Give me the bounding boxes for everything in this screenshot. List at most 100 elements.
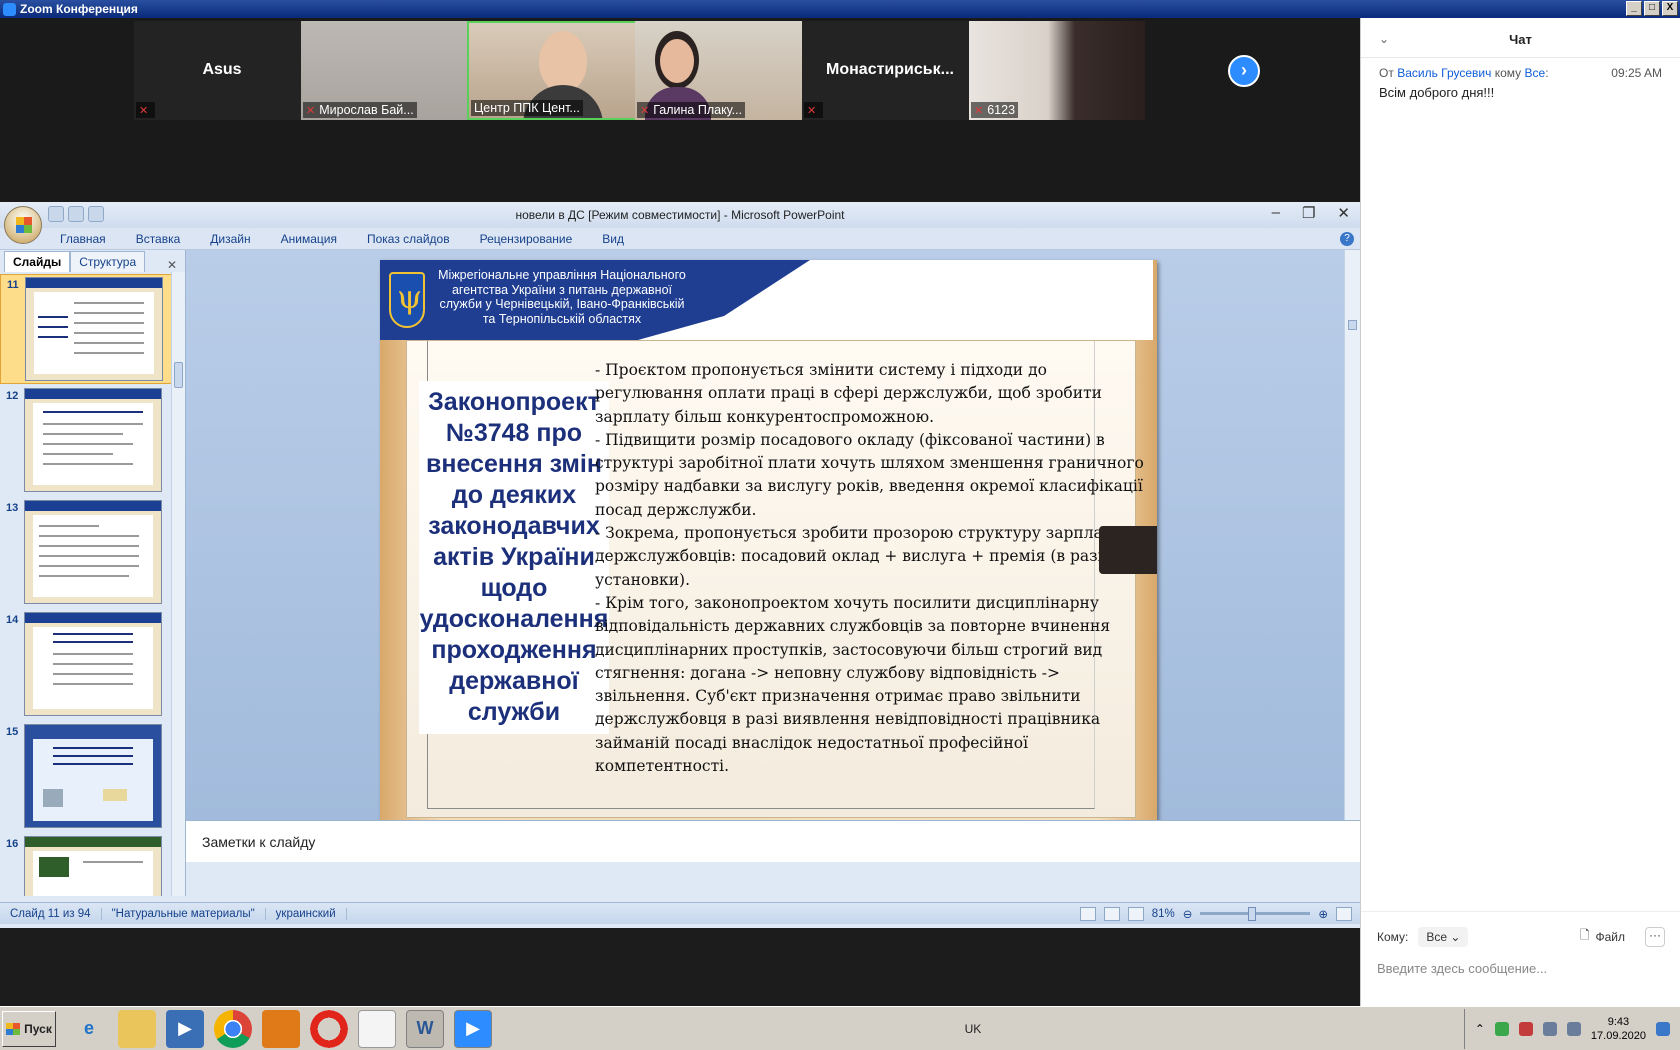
- slideshow-icon[interactable]: [1127, 906, 1144, 921]
- office-button[interactable]: [4, 206, 42, 244]
- slide-decoration: [1099, 526, 1157, 574]
- participant-label: ✕ Мирослав Бай...: [303, 102, 417, 118]
- restore-icon[interactable]: ❐: [1302, 204, 1315, 222]
- zoom-level[interactable]: 81%: [1152, 908, 1175, 920]
- participant-name: Монастириськ...: [826, 61, 954, 78]
- zoom-slider[interactable]: [1200, 907, 1311, 921]
- slide-text: - Проєктом пропонується змінити систему …: [595, 359, 1155, 778]
- network-icon[interactable]: [1542, 1021, 1557, 1036]
- maximize-button[interactable]: □: [1644, 1, 1660, 16]
- participant-label: ✕ Галина Плаку...: [637, 102, 746, 118]
- zoom-out-icon[interactable]: ⊖: [1183, 907, 1193, 921]
- chat-title: Чат: [1509, 32, 1532, 47]
- slide-scrollbar[interactable]: [1344, 250, 1360, 820]
- document-title: новели в ДС [Режим совместимости] - Micr…: [515, 208, 845, 222]
- message-text: Всім доброго дня!!!: [1379, 85, 1495, 100]
- tab-insert[interactable]: Вставка: [136, 232, 181, 246]
- tab-design[interactable]: Дизайн: [210, 232, 250, 246]
- notes-pane[interactable]: Заметки к слайду: [186, 820, 1360, 862]
- close-pane-icon[interactable]: ✕: [167, 258, 177, 272]
- tray-expand-icon[interactable]: ⌃: [1475, 1022, 1485, 1036]
- tab-home[interactable]: Главная: [60, 232, 106, 246]
- participant-video: [539, 31, 587, 93]
- slide-thumbnail[interactable]: 16: [0, 834, 172, 896]
- participant-tile[interactable]: Монастириськ... ✕: [802, 21, 978, 120]
- participant-tile[interactable]: ✕ Мирослав Бай...: [301, 21, 477, 120]
- slide-thumbnail[interactable]: 14: [0, 610, 172, 720]
- start-button[interactable]: Пуск: [2, 1010, 56, 1047]
- powerpoint-window: новели в ДС [Режим совместимости] - Micr…: [0, 202, 1360, 928]
- help-icon[interactable]: ?: [1340, 232, 1354, 246]
- participant-tile-active[interactable]: Центр ППК Цент...: [467, 21, 643, 120]
- tab-slides[interactable]: Слайды: [4, 251, 71, 272]
- zoom-titlebar: Zoom Конференция _ □ X: [0, 0, 1680, 18]
- close-icon[interactable]: ✕: [1337, 204, 1350, 222]
- zoom-app-icon[interactable]: ▶: [454, 1009, 492, 1048]
- chat-panel: ⌄ Чат От Василь Грусевич кому Все: 09:25…: [1360, 18, 1680, 1006]
- keyboard-language[interactable]: UK: [965, 1022, 982, 1036]
- media-player-icon[interactable]: ▶: [166, 1009, 204, 1048]
- opera-icon[interactable]: [310, 1009, 348, 1048]
- file-icon: 🗋: [1579, 928, 1590, 942]
- slide-thumbnail[interactable]: 15: [0, 722, 172, 832]
- chevron-right-icon[interactable]: ›: [1228, 55, 1260, 87]
- chrome-icon[interactable]: [214, 1009, 252, 1048]
- slide-thumbnail[interactable]: 12: [0, 386, 172, 496]
- word-icon[interactable]: W: [406, 1009, 444, 1048]
- tab-outline[interactable]: Структура: [70, 251, 146, 272]
- message-sender[interactable]: Василь Грусевич: [1397, 66, 1491, 80]
- zoom-window-controls: _ □ X: [1626, 1, 1678, 16]
- internet-explorer-icon[interactable]: e: [70, 1010, 108, 1048]
- minimize-icon[interactable]: –: [1272, 204, 1280, 222]
- status-bar: Слайд 11 из 94 "Натуральные материалы" у…: [0, 902, 1360, 924]
- language[interactable]: украинский: [266, 907, 347, 920]
- tray-app-icon[interactable]: [1518, 1021, 1533, 1036]
- recipient-select[interactable]: Все ⌄: [1418, 926, 1469, 947]
- participant-name: Asus: [202, 61, 242, 78]
- zoom-in-icon[interactable]: ⊕: [1318, 907, 1328, 921]
- message-to-word: кому: [1494, 66, 1522, 80]
- tab-view[interactable]: Вид: [602, 232, 624, 246]
- folder-icon[interactable]: [118, 1009, 156, 1048]
- participant-tile[interactable]: Asus ✕: [134, 21, 310, 120]
- mic-muted-icon: ✕: [974, 105, 984, 117]
- close-button[interactable]: X: [1662, 1, 1678, 16]
- zoom-window-title: Zoom Конференция: [20, 2, 138, 16]
- participant-tile[interactable]: ✕ 6123: [969, 21, 1145, 120]
- normal-view-icon[interactable]: [1079, 906, 1096, 921]
- system-tray: ⌃ 9:43 17.09.2020: [1463, 1008, 1680, 1049]
- ribbon-tabs: Главная Вставка Дизайн Анимация Показ сл…: [0, 228, 1360, 250]
- tab-review[interactable]: Рецензирование: [480, 232, 573, 246]
- participant-tile[interactable]: ✕ Галина Плаку...: [635, 21, 811, 120]
- chat-message-input[interactable]: Введите здесь сообщение...: [1361, 947, 1680, 990]
- slide-canvas[interactable]: Міжрегіональне управління Національного …: [380, 260, 1157, 844]
- minimize-button[interactable]: _: [1626, 1, 1642, 16]
- slide-header: Міжрегіональне управління Національного …: [380, 260, 1153, 340]
- video-gallery: Asus ✕ ✕ Мирослав Бай... Центр ППК Цент..…: [0, 18, 1360, 202]
- slide-paragraph: - Проєктом пропонується змінити систему …: [595, 361, 1102, 426]
- slide-thumbnail[interactable]: 11: [0, 274, 172, 384]
- show-desktop-icon[interactable]: [1655, 1021, 1670, 1036]
- tab-slideshow[interactable]: Показ слайдов: [367, 232, 450, 246]
- zoom-logo-icon: [3, 2, 16, 16]
- tab-animation[interactable]: Анимация: [281, 232, 337, 246]
- slide-counter: Слайд 11 из 94: [0, 907, 102, 920]
- message-recipient[interactable]: Все: [1525, 66, 1546, 80]
- message-time: 09:25 AM: [1611, 66, 1662, 80]
- slide-thumbnail[interactable]: 13: [0, 498, 172, 608]
- slide-sorter-icon[interactable]: [1103, 906, 1120, 921]
- theme-name: "Натуральные материалы": [102, 907, 266, 920]
- file-button[interactable]: 🗋 Файл: [1580, 926, 1625, 947]
- participant-video: [660, 39, 694, 83]
- more-options-button[interactable]: ···: [1645, 926, 1665, 947]
- thumbnails-scrollbar[interactable]: [171, 272, 185, 896]
- slides-pane: Слайды Структура ✕ 11 12 13 14 15 16: [0, 250, 186, 896]
- tray-app-icon[interactable]: [1494, 1021, 1509, 1036]
- slide-thumbnails: 11 12 13 14 15 16: [0, 272, 185, 896]
- participant-label: ✕: [804, 102, 824, 118]
- fit-window-icon[interactable]: [1336, 906, 1352, 921]
- document-icon[interactable]: [358, 1009, 396, 1048]
- volume-icon[interactable]: [1566, 1021, 1581, 1036]
- clock[interactable]: 9:43 17.09.2020: [1591, 1015, 1646, 1043]
- app-icon[interactable]: [262, 1009, 300, 1048]
